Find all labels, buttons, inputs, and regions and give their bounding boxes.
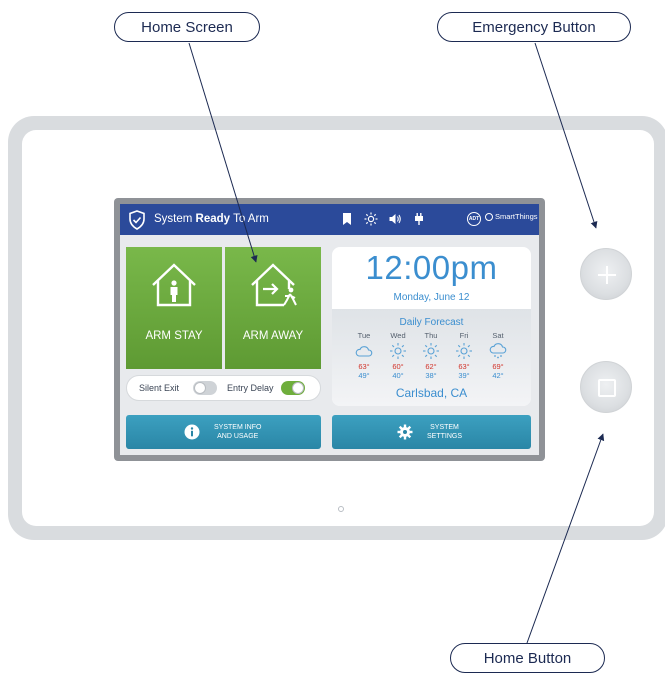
power-plug-icon[interactable] (412, 212, 426, 226)
house-exit-icon (251, 263, 297, 307)
info-icon (184, 424, 200, 440)
system-info-button[interactable]: SYSTEM INFO AND USAGE (126, 415, 321, 449)
sunny-icon (456, 343, 472, 359)
home-button-callout: Home Button (450, 643, 605, 673)
clock-weather-card: 12:00pm Monday, June 12 Daily Forecast T… (332, 247, 531, 406)
smartthings-ring-icon (485, 212, 493, 221)
clock-time: 12:00pm (365, 249, 498, 286)
silent-exit-toggle[interactable] (193, 381, 217, 395)
home-screen: System Ready To Arm ADT SmartThings ARM … (120, 204, 539, 455)
system-info-label: SYSTEM INFO AND USAGE (214, 424, 262, 440)
home-button[interactable] (580, 361, 632, 413)
gear-icon (397, 424, 413, 440)
entry-delay-toggle[interactable] (281, 381, 305, 395)
forecast-day: Fri 63° 39° (449, 331, 479, 380)
arm-stay-label: ARM STAY (145, 330, 203, 342)
system-settings-button[interactable]: SYSTEM SETTINGS (332, 415, 531, 449)
sunny-icon (390, 343, 406, 359)
exit-options-bar: Silent Exit Entry Delay (126, 375, 321, 401)
forecast-title: Daily Forecast (399, 317, 464, 328)
entry-delay-label: Entry Delay (227, 383, 274, 393)
emergency-button[interactable] (580, 248, 632, 300)
arm-away-button[interactable]: ARM AWAY (225, 247, 321, 369)
status-led (338, 506, 344, 512)
touchscreen-bezel: System Ready To Arm ADT SmartThings ARM … (114, 198, 545, 461)
toggle-knob (194, 382, 206, 394)
arm-away-label: ARM AWAY (242, 330, 304, 342)
smartthings-logo: SmartThings (485, 212, 538, 221)
system-settings-label: SYSTEM SETTINGS (427, 424, 463, 440)
house-person-icon (152, 263, 196, 307)
status-bar: System Ready To Arm ADT SmartThings (120, 204, 539, 235)
volume-icon[interactable] (388, 212, 402, 226)
arm-stay-button[interactable]: ARM STAY (126, 247, 222, 369)
adt-logo: ADT (467, 212, 481, 226)
cloudy-icon (355, 346, 373, 357)
daily-forecast: Daily Forecast Tue 63° 49° Wed 60° 40° T… (332, 309, 531, 406)
sunny-icon (423, 343, 439, 359)
clock-date: Monday, June 12 (393, 292, 470, 303)
system-status-text: System Ready To Arm (154, 213, 269, 225)
brightness-icon[interactable] (364, 212, 378, 226)
bookmark-icon[interactable] (340, 212, 354, 226)
home-screen-callout: Home Screen (114, 12, 260, 42)
emergency-button-callout: Emergency Button (437, 12, 631, 42)
forecast-day: Thu 62° 38° (416, 331, 446, 380)
silent-exit-label: Silent Exit (139, 383, 180, 393)
square-icon (598, 379, 616, 397)
toggle-knob (292, 382, 304, 394)
forecast-day: Sat 69° 42° (483, 331, 513, 380)
rain-icon (489, 343, 507, 359)
forecast-day: Tue 63° 49° (349, 331, 379, 380)
forecast-day: Wed 60° 40° (390, 331, 406, 380)
forecast-city: Carlsbad, CA (395, 386, 468, 400)
shield-check-icon (129, 210, 145, 230)
